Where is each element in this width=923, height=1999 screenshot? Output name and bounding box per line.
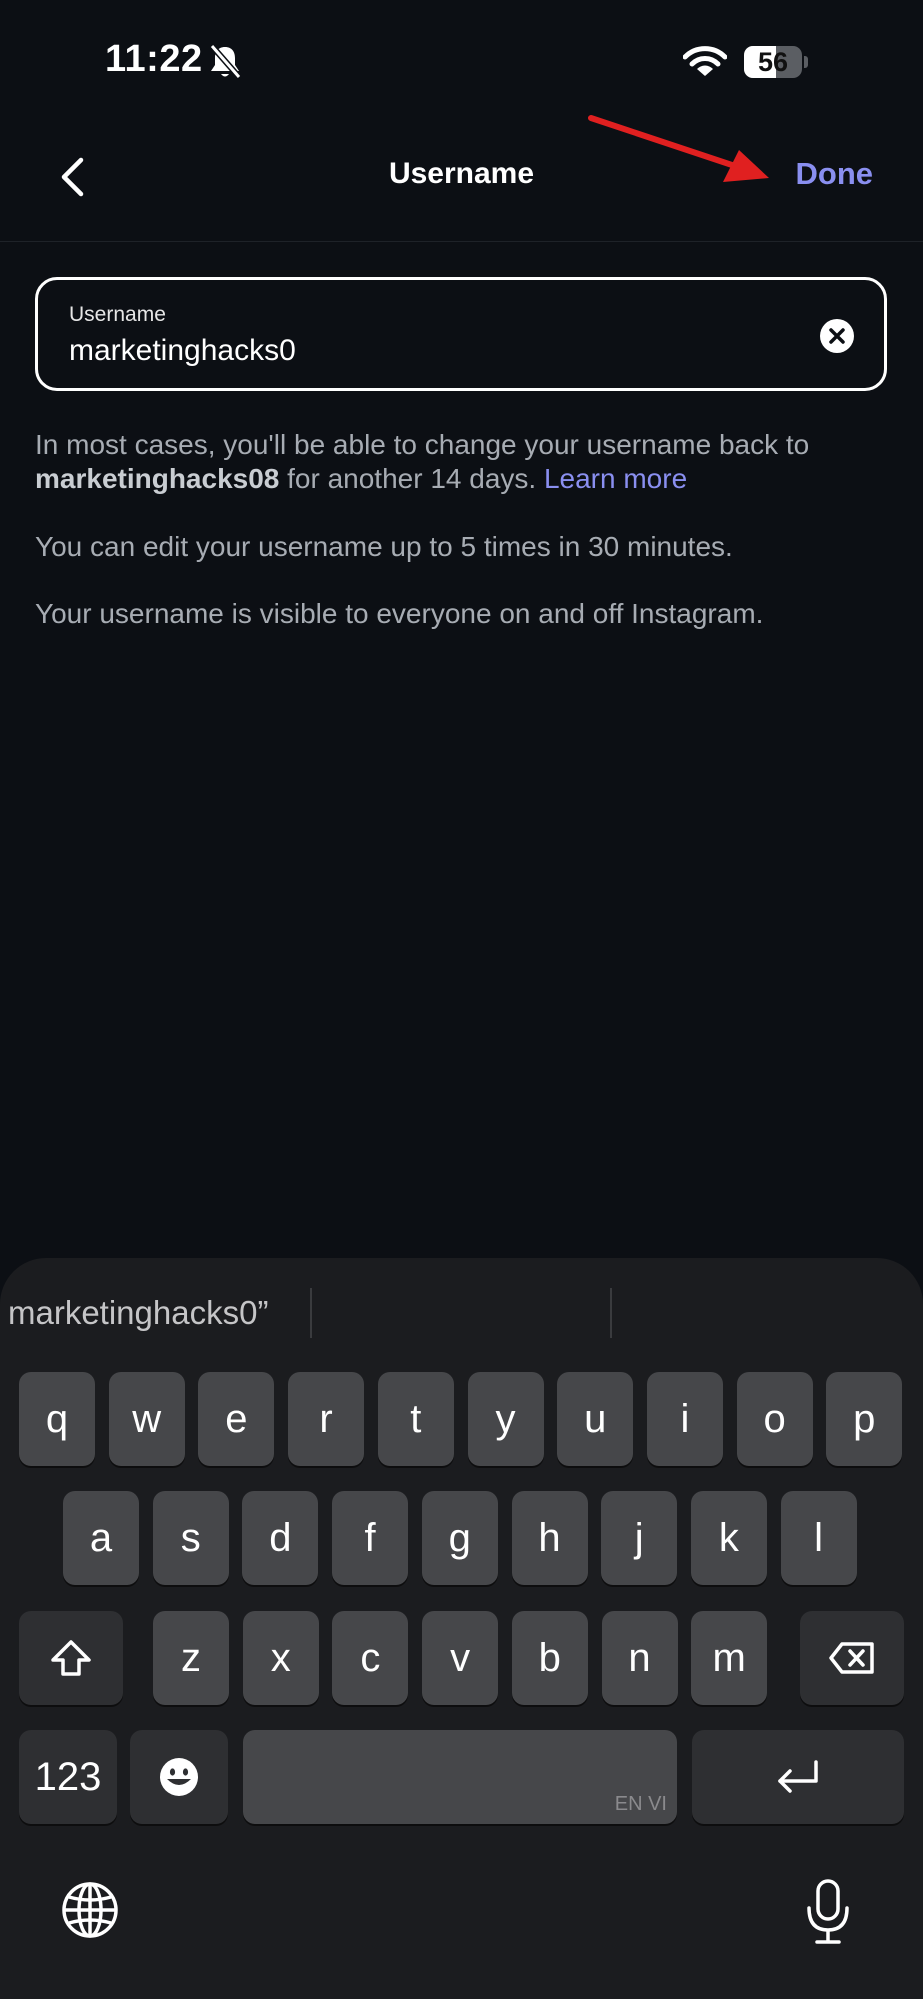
clear-input-button[interactable]	[820, 319, 854, 353]
space-key[interactable]: EN VI	[243, 1730, 677, 1824]
username-field[interactable]: Username marketinghacks0	[35, 277, 887, 391]
note-suffix: for another 14 days.	[279, 463, 544, 494]
edit-limit-note: You can edit your username up to 5 times…	[35, 531, 733, 562]
key-v[interactable]: v	[422, 1611, 499, 1705]
key-l[interactable]: l	[780, 1491, 857, 1585]
nav-bar: Username Done	[0, 120, 923, 242]
key-q[interactable]: q	[19, 1372, 95, 1466]
learn-more-link[interactable]: Learn more	[544, 463, 687, 494]
close-icon	[829, 328, 845, 344]
return-arrow-icon	[778, 1760, 818, 1793]
key-m[interactable]: m	[691, 1611, 768, 1705]
key-y[interactable]: y	[467, 1372, 544, 1466]
key-i[interactable]: i	[646, 1372, 723, 1466]
emoji-key[interactable]	[130, 1730, 228, 1824]
visibility-note: Your username is visible to everyone on …	[35, 598, 764, 629]
key-c[interactable]: c	[332, 1611, 409, 1705]
key-e[interactable]: e	[198, 1372, 275, 1466]
key-w[interactable]: w	[108, 1372, 185, 1466]
key-x[interactable]: x	[242, 1611, 319, 1705]
suggestion-item[interactable]: marketinghacks0”	[8, 1294, 268, 1332]
key-j[interactable]: j	[601, 1491, 678, 1585]
space-language-label: EN VI	[614, 1793, 667, 1815]
backspace-key[interactable]	[800, 1611, 904, 1705]
key-r[interactable]: r	[288, 1372, 365, 1466]
key-z[interactable]: z	[153, 1611, 229, 1705]
key-t[interactable]: t	[377, 1372, 454, 1466]
key-d[interactable]: d	[242, 1491, 319, 1585]
username-field-label: Username	[69, 303, 166, 326]
key-u[interactable]: u	[557, 1372, 634, 1466]
return-key[interactable]	[692, 1730, 904, 1824]
page-title: Username	[388, 157, 535, 190]
battery-indicator: 56	[744, 46, 808, 78]
suggestion-divider	[610, 1288, 612, 1338]
suggestion-divider	[310, 1288, 312, 1338]
battery-level: 56	[757, 47, 789, 77]
key-f[interactable]: f	[332, 1491, 409, 1585]
status-bar: 11:22 56	[0, 0, 923, 120]
key-b[interactable]: b	[511, 1611, 588, 1705]
shift-key[interactable]	[19, 1611, 123, 1705]
microphone-icon	[807, 1879, 849, 1944]
key-p[interactable]: p	[826, 1372, 903, 1466]
backspace-icon	[829, 1642, 874, 1674]
key-g[interactable]: g	[421, 1491, 498, 1585]
emoji-icon	[160, 1758, 198, 1796]
key-h[interactable]: h	[511, 1491, 588, 1585]
username-change-note: In most cases, you'll be able to change …	[35, 428, 895, 496]
status-time: 11:22	[105, 38, 203, 80]
suggestion-bar: marketinghacks0”	[0, 1258, 923, 1338]
wifi-icon	[683, 46, 727, 76]
keyboard: marketinghacks0” qwertyuiop asdfghjkl zx…	[0, 1258, 923, 1999]
globe-button[interactable]	[60, 1880, 120, 1940]
numbers-key[interactable]: 123	[19, 1730, 117, 1824]
shift-arrow-icon	[51, 1640, 91, 1676]
bell-slash-icon	[209, 44, 242, 79]
key-n[interactable]: n	[601, 1611, 678, 1705]
key-a[interactable]: a	[63, 1491, 139, 1585]
previous-username: marketinghacks08	[35, 463, 280, 494]
key-o[interactable]: o	[736, 1372, 813, 1466]
note-prefix: In most cases, you'll be able to change …	[35, 429, 810, 460]
globe-icon	[62, 1882, 118, 1938]
username-input[interactable]: marketinghacks0	[69, 334, 296, 368]
key-s[interactable]: s	[152, 1491, 229, 1585]
dictation-button[interactable]	[805, 1878, 851, 1946]
red-arrow-annotation	[588, 115, 769, 182]
done-button[interactable]: Done	[796, 156, 874, 192]
key-k[interactable]: k	[690, 1491, 767, 1585]
